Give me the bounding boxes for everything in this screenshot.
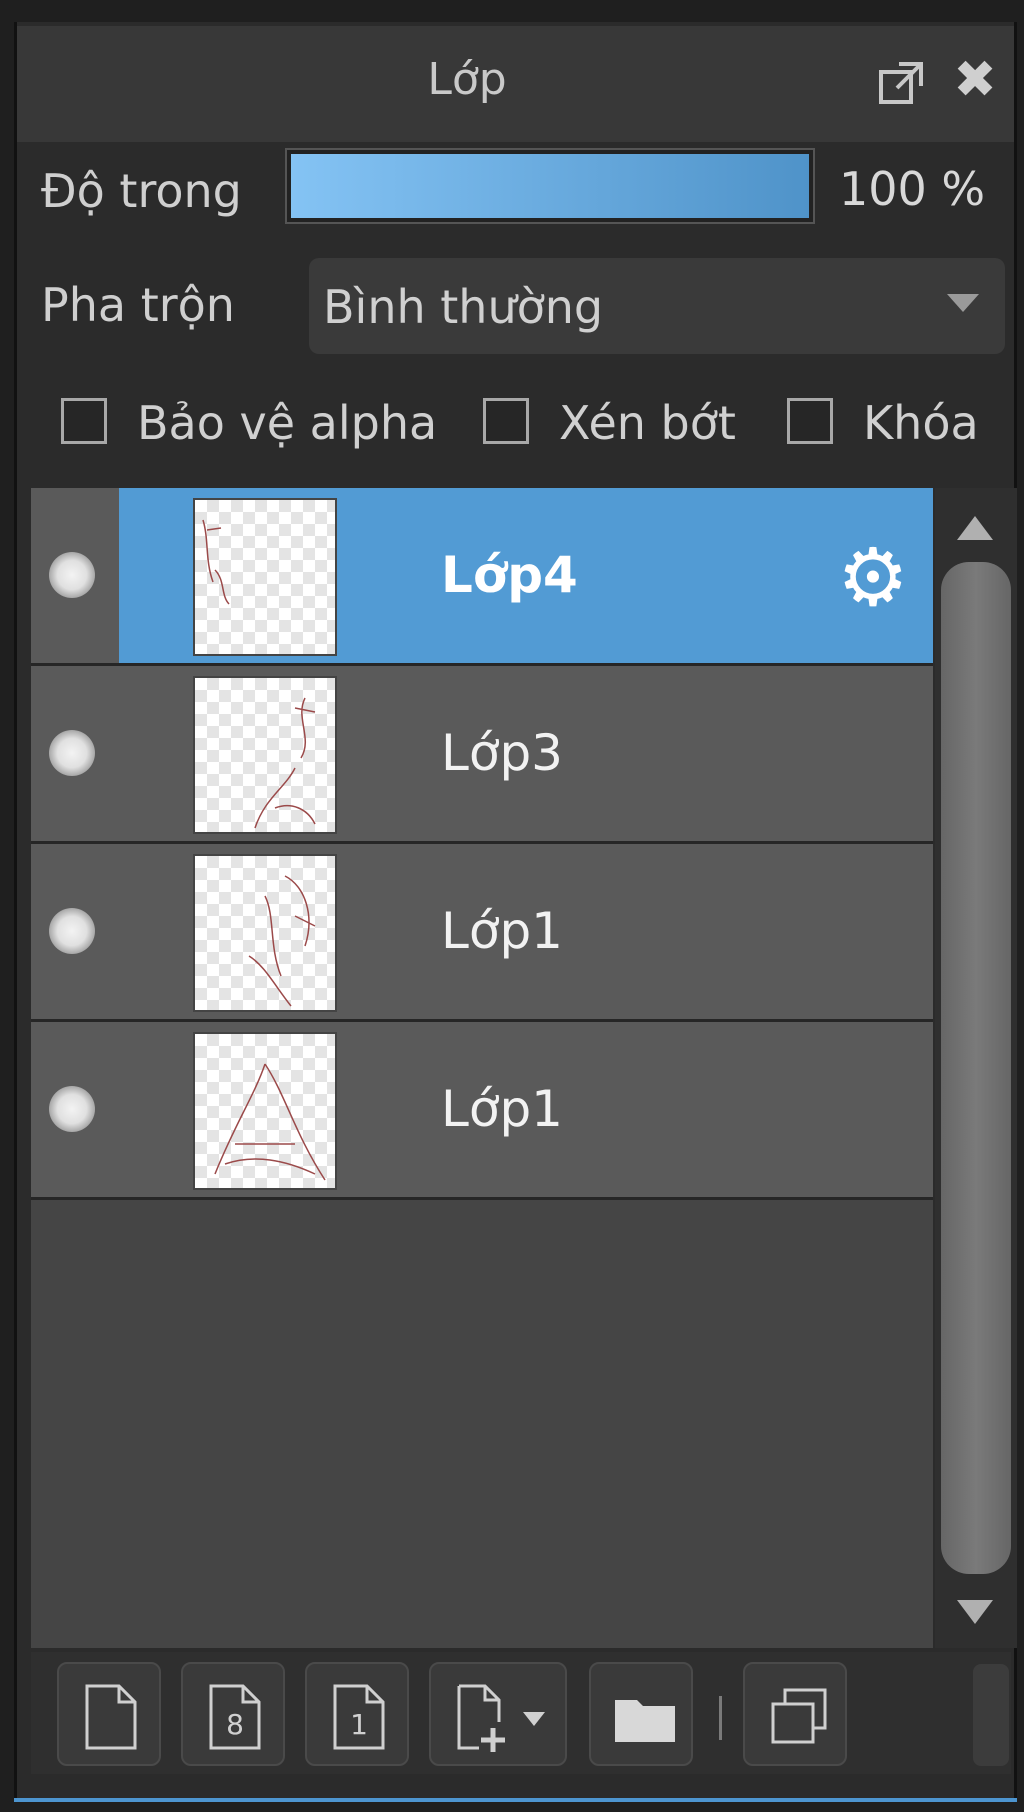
clipping-label: Xén bớt xyxy=(559,396,736,450)
visibility-toggle-icon[interactable] xyxy=(49,730,95,776)
chevron-down-icon xyxy=(947,294,979,312)
layer-thumbnail xyxy=(193,1032,337,1190)
gear-icon[interactable]: ⚙ xyxy=(831,536,915,620)
opacity-slider[interactable] xyxy=(285,148,815,224)
layer-thumbnail xyxy=(193,854,337,1012)
layer-list: Lớp4 ⚙ Lớp3 Lớp1 Lớp1 xyxy=(31,488,933,1648)
layer-row[interactable]: Lớp1 xyxy=(31,1022,933,1200)
blend-mode-label: Pha trộn xyxy=(41,278,235,332)
panel-titlebar: Lớp ✖ xyxy=(17,26,1014,142)
opacity-label: Độ trong xyxy=(41,164,242,218)
layer-list-scrollbar[interactable] xyxy=(935,488,1017,1648)
protect-alpha-label: Bảo vệ alpha xyxy=(137,396,438,450)
visibility-toggle-icon[interactable] xyxy=(49,908,95,954)
layer-row[interactable]: Lớp1 xyxy=(31,844,933,1022)
new-8bit-layer-button[interactable]: 8 xyxy=(181,1662,285,1766)
popout-icon[interactable] xyxy=(877,60,925,108)
clipping-checkbox[interactable] xyxy=(483,398,529,444)
layer-row[interactable]: Lớp3 xyxy=(31,666,933,844)
new-1bit-layer-icon: 1 xyxy=(333,1684,385,1750)
layer-name: Lớp4 xyxy=(441,546,578,604)
layer-toolbar: 8 1 xyxy=(31,1652,1011,1774)
layer-thumbnail xyxy=(193,498,337,656)
add-layer-menu-icon xyxy=(457,1684,545,1752)
folder-icon xyxy=(615,1700,675,1742)
layer-thumbnail xyxy=(193,676,337,834)
visibility-toggle-icon[interactable] xyxy=(49,552,95,598)
toolbar-scroll-handle[interactable] xyxy=(973,1664,1009,1766)
layer-name: Lớp3 xyxy=(441,724,563,782)
scrollbar-thumb[interactable] xyxy=(941,562,1011,1574)
layer-name: Lớp1 xyxy=(441,1080,563,1138)
new-layer-icon xyxy=(85,1684,137,1750)
panel-bottom-accent xyxy=(14,1798,1017,1802)
new-8bit-layer-icon: 8 xyxy=(209,1684,261,1750)
blend-mode-value: Bình thường xyxy=(323,280,604,334)
opacity-value: 100 % xyxy=(839,162,986,216)
layer-row[interactable]: Lớp4 ⚙ xyxy=(31,488,933,666)
protect-alpha-checkbox[interactable] xyxy=(61,398,107,444)
lock-checkbox[interactable] xyxy=(787,398,833,444)
add-layer-menu-button[interactable] xyxy=(429,1662,567,1766)
close-icon[interactable]: ✖ xyxy=(947,52,1003,108)
new-layer-button[interactable] xyxy=(57,1662,161,1766)
layer-panel: Lớp ✖ Độ trong 100 % Pha trộn Bình thườn… xyxy=(14,22,1017,1798)
visibility-toggle-icon[interactable] xyxy=(49,1086,95,1132)
panel-title: Lớp xyxy=(427,54,507,105)
opacity-slider-fill xyxy=(291,154,809,218)
new-1bit-layer-button[interactable]: 1 xyxy=(305,1662,409,1766)
svg-text:8: 8 xyxy=(226,1708,244,1741)
lock-label: Khóa xyxy=(863,396,979,450)
toolbar-separator xyxy=(719,1696,722,1740)
new-folder-button[interactable] xyxy=(589,1662,693,1766)
scroll-up-arrow-icon[interactable] xyxy=(957,516,993,540)
duplicate-layer-icon xyxy=(771,1688,827,1744)
blend-mode-select[interactable]: Bình thường xyxy=(309,258,1005,354)
layer-name: Lớp1 xyxy=(441,902,563,960)
svg-text:1: 1 xyxy=(350,1708,368,1741)
scroll-down-arrow-icon[interactable] xyxy=(957,1600,993,1624)
duplicate-layer-button[interactable] xyxy=(743,1662,847,1766)
